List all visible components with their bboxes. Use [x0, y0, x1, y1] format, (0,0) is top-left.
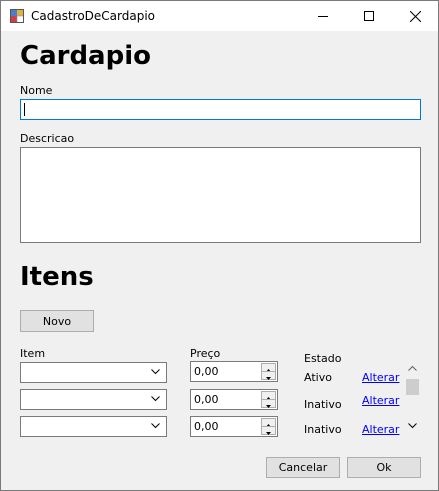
spin-down-icon: [266, 405, 271, 408]
minimize-button[interactable]: [300, 1, 346, 31]
maximize-icon: [364, 11, 374, 21]
spin-buttons: [261, 363, 276, 380]
chevron-down-icon: [151, 396, 160, 402]
preco-value: 0,00: [194, 420, 219, 433]
alterar-link-1[interactable]: Alterar: [362, 371, 399, 384]
preco-spinner-1[interactable]: 0,00: [190, 361, 278, 382]
nome-label: Nome: [20, 84, 53, 97]
spin-down-button[interactable]: [261, 426, 276, 435]
item-combo-2[interactable]: [20, 389, 167, 410]
app-icon: [10, 9, 25, 24]
descricao-label: Descricao: [20, 132, 75, 145]
descricao-textarea[interactable]: [20, 147, 421, 243]
scroll-up-icon[interactable]: [408, 365, 417, 371]
close-icon: [409, 10, 421, 22]
alterar-link-2[interactable]: Alterar: [362, 394, 399, 407]
window-title: CadastroDeCardapio: [31, 9, 156, 23]
ok-button[interactable]: Ok: [347, 457, 421, 478]
page-title: Cardapio: [20, 41, 151, 71]
itens-title: Itens: [20, 262, 94, 292]
scroll-down-icon[interactable]: [408, 423, 417, 429]
minimize-icon: [318, 16, 328, 17]
main-window: CadastroDeCardapio Cardapio Nome Descric…: [0, 0, 439, 491]
title-bar[interactable]: CadastroDeCardapio: [1, 1, 438, 31]
nome-input[interactable]: [20, 99, 421, 120]
estado-value-1: Ativo: [304, 371, 332, 384]
preco-value: 0,00: [194, 365, 219, 378]
alterar-link-3[interactable]: Alterar: [362, 423, 399, 436]
spin-down-icon: [266, 377, 271, 380]
preco-value: 0,00: [194, 393, 219, 406]
item-combo-3[interactable]: [20, 416, 167, 437]
text-caret: [24, 103, 25, 116]
estado-value-2: Inativo: [304, 398, 342, 411]
estado-value-3: Inativo: [304, 423, 342, 436]
item-combo-1[interactable]: [20, 362, 167, 383]
cancelar-button[interactable]: Cancelar: [266, 457, 340, 478]
chevron-down-icon: [151, 423, 160, 429]
col-item-header: Item: [20, 347, 46, 360]
maximize-button[interactable]: [346, 1, 392, 31]
spin-down-button[interactable]: [261, 399, 276, 408]
novo-button[interactable]: Novo: [20, 310, 94, 332]
col-preco-header: Preço: [190, 347, 221, 360]
close-button[interactable]: [392, 1, 438, 31]
spin-down-icon: [266, 432, 271, 435]
col-estado-header: Estado: [304, 352, 342, 365]
items-scrollbar[interactable]: [404, 361, 421, 437]
preco-spinner-2[interactable]: 0,00: [190, 389, 278, 410]
preco-spinner-3[interactable]: 0,00: [190, 416, 278, 437]
spin-buttons: [261, 391, 276, 408]
spin-down-button[interactable]: [261, 371, 276, 380]
chevron-down-icon: [151, 369, 160, 375]
spin-buttons: [261, 418, 276, 435]
scrollbar-thumb[interactable]: [406, 379, 419, 395]
